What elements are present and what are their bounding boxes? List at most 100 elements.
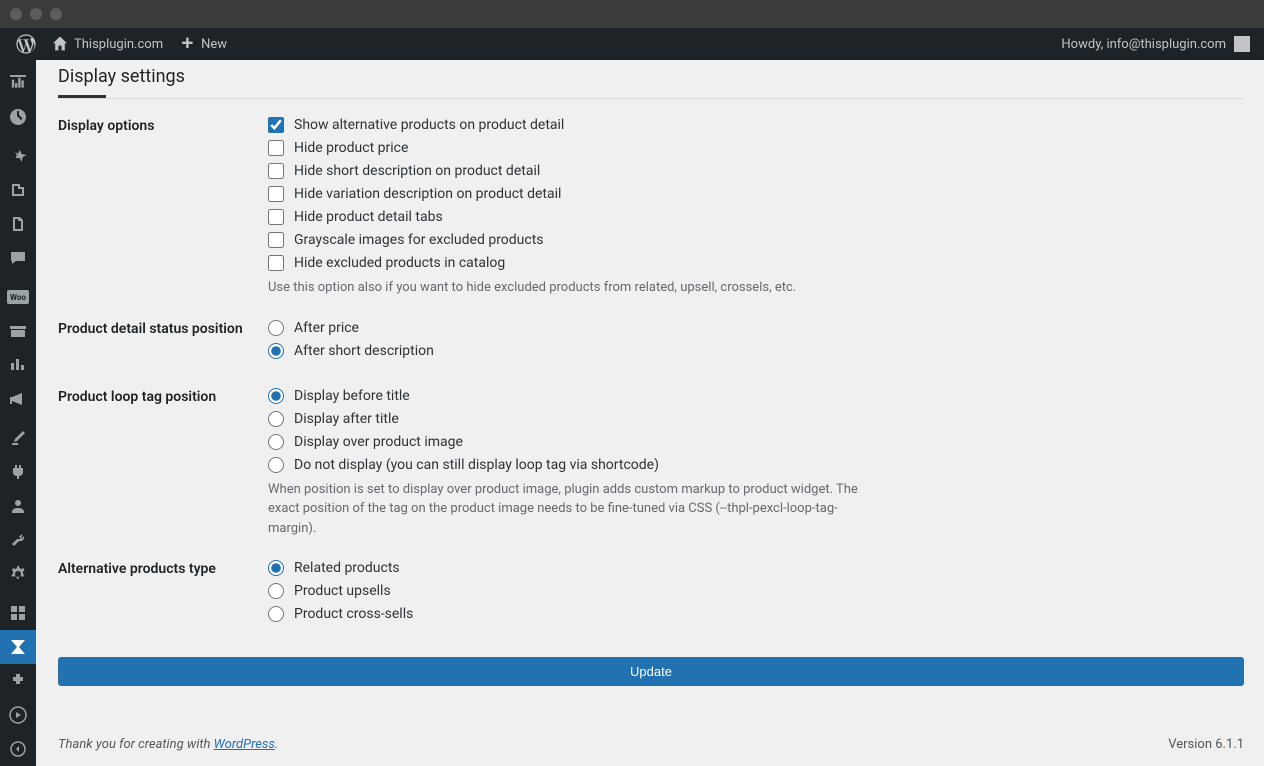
sidebar-item-thisplugin[interactable] [0, 630, 36, 664]
display-option-checkbox-2[interactable] [268, 163, 284, 179]
update-button[interactable]: Update [58, 657, 1244, 686]
site-name-menu[interactable]: Thisplugin.com [44, 28, 171, 60]
loop-tag-radio-1[interactable] [268, 411, 284, 427]
sidebar-item-analytics[interactable] [0, 348, 36, 382]
traffic-light-close[interactable] [10, 8, 22, 20]
loop-tag-option-1: Display after title [268, 411, 1244, 427]
sidebar-item-comments[interactable] [0, 241, 36, 275]
display-option-4: Hide product detail tabs [268, 209, 1244, 225]
wordpress-link[interactable]: WordPress [214, 737, 275, 752]
sidebar-item-cpt[interactable] [0, 596, 36, 630]
footer: Thank you for creating with WordPress. V… [58, 719, 1244, 766]
home-icon [52, 36, 68, 52]
divider [58, 98, 1244, 99]
sidebar-item-pages[interactable] [0, 207, 36, 241]
new-content-menu[interactable]: New [171, 28, 235, 60]
sidebar-item-users[interactable] [0, 489, 36, 523]
loop-tag-radio-3[interactable] [268, 457, 284, 473]
sidebar-item-products[interactable] [0, 314, 36, 348]
plus-icon [179, 36, 195, 52]
display-option-checkbox-1[interactable] [268, 140, 284, 156]
loop-tag-radio-0[interactable] [268, 388, 284, 404]
sidebar-item-posts[interactable] [0, 139, 36, 173]
loop-tag-label-2[interactable]: Display over product image [294, 434, 463, 450]
traffic-light-max[interactable] [50, 8, 62, 20]
updates-icon [8, 107, 28, 127]
label-detail-status: Product detail status position [58, 320, 268, 366]
detail-status-label-1[interactable]: After short description [294, 343, 434, 359]
loop-tag-label-0[interactable]: Display before title [294, 388, 410, 404]
admin-bar: Thisplugin.com New Howdy, info@thisplugi… [0, 28, 1264, 60]
footer-version: Version 6.1.1 [1168, 737, 1244, 752]
display-option-label-2[interactable]: Hide short description on product detail [294, 163, 540, 179]
sidebar-item-video[interactable] [0, 698, 36, 732]
label-loop-tag: Product loop tag position [58, 388, 268, 539]
display-option-label-5[interactable]: Grayscale images for excluded products [294, 232, 544, 248]
sidebar-item-tools[interactable] [0, 523, 36, 557]
sidebar-item-updates[interactable] [0, 100, 36, 134]
sidebar-item-appearance[interactable] [0, 421, 36, 455]
display-option-checkbox-6[interactable] [268, 255, 284, 271]
display-option-label-1[interactable]: Hide product price [294, 140, 408, 156]
row-detail-status: Product detail status position After pri… [58, 320, 1244, 366]
collapse-icon [8, 739, 28, 759]
alt-products-radio-0[interactable] [268, 560, 284, 576]
wp-logo-menu[interactable] [8, 28, 44, 60]
megaphone-icon [8, 389, 28, 409]
loop-tag-label-3[interactable]: Do not display (you can still display lo… [294, 457, 659, 473]
display-option-2: Hide short description on product detail [268, 163, 1244, 179]
thisplugin-icon [8, 637, 28, 657]
pages-icon [8, 214, 28, 234]
admin-sidebar: Woo [0, 60, 36, 766]
alt-products-label-2[interactable]: Product cross-sells [294, 606, 413, 622]
sidebar-item-woocommerce[interactable]: Woo [0, 280, 36, 314]
traffic-light-min[interactable] [30, 8, 42, 20]
tools-icon [8, 530, 28, 550]
layout-icon [8, 603, 28, 623]
extensions-icon [8, 671, 28, 691]
alt-products-label-1[interactable]: Product upsells [294, 583, 391, 599]
label-display-options: Display options [58, 117, 268, 298]
avatar [1234, 36, 1250, 52]
display-option-checkbox-4[interactable] [268, 209, 284, 225]
display-option-label-6[interactable]: Hide excluded products in catalog [294, 255, 505, 271]
alt-products-option-0: Related products [268, 560, 1244, 576]
display-option-checkbox-5[interactable] [268, 232, 284, 248]
sidebar-item-marketing[interactable] [0, 382, 36, 416]
sidebar-item-plugins[interactable] [0, 455, 36, 489]
sidebar-item-settings[interactable] [0, 557, 36, 591]
sidebar-item-media[interactable] [0, 173, 36, 207]
loop-tag-radio-2[interactable] [268, 434, 284, 450]
comments-icon [8, 248, 28, 268]
media-icon [8, 180, 28, 200]
loop-tag-label-1[interactable]: Display after title [294, 411, 399, 427]
label-alt-products: Alternative products type [58, 560, 268, 629]
display-option-label-4[interactable]: Hide product detail tabs [294, 209, 443, 225]
alt-products-label-0[interactable]: Related products [294, 560, 400, 576]
sidebar-item-extensions[interactable] [0, 664, 36, 698]
display-option-checkbox-3[interactable] [268, 186, 284, 202]
alt-products-radio-2[interactable] [268, 606, 284, 622]
woo-icon: Woo [7, 290, 29, 304]
plugins-icon [8, 462, 28, 482]
detail-status-label-0[interactable]: After price [294, 320, 359, 336]
sidebar-collapse[interactable] [0, 732, 36, 766]
users-icon [8, 496, 28, 516]
pin-icon [8, 146, 28, 166]
display-option-label-0[interactable]: Show alternative products on product det… [294, 117, 564, 133]
detail-status-radio-0[interactable] [268, 320, 284, 336]
admin-bar-account[interactable]: Howdy, info@thisplugin.com [1061, 36, 1256, 52]
alt-products-radio-1[interactable] [268, 583, 284, 599]
sidebar-item-dashboard[interactable] [0, 66, 36, 100]
section-title: Display settings [58, 60, 1244, 95]
loop-tag-option-2: Display over product image [268, 434, 1244, 450]
display-option-checkbox-0[interactable] [268, 117, 284, 133]
new-label: New [201, 37, 227, 52]
display-option-label-3[interactable]: Hide variation description on product de… [294, 186, 561, 202]
row-display-options: Display options Show alternative product… [58, 117, 1244, 298]
site-name-label: Thisplugin.com [74, 37, 163, 52]
detail-status-radio-1[interactable] [268, 343, 284, 359]
play-icon [8, 705, 28, 725]
display-option-5: Grayscale images for excluded products [268, 232, 1244, 248]
window-chrome [0, 0, 1264, 28]
